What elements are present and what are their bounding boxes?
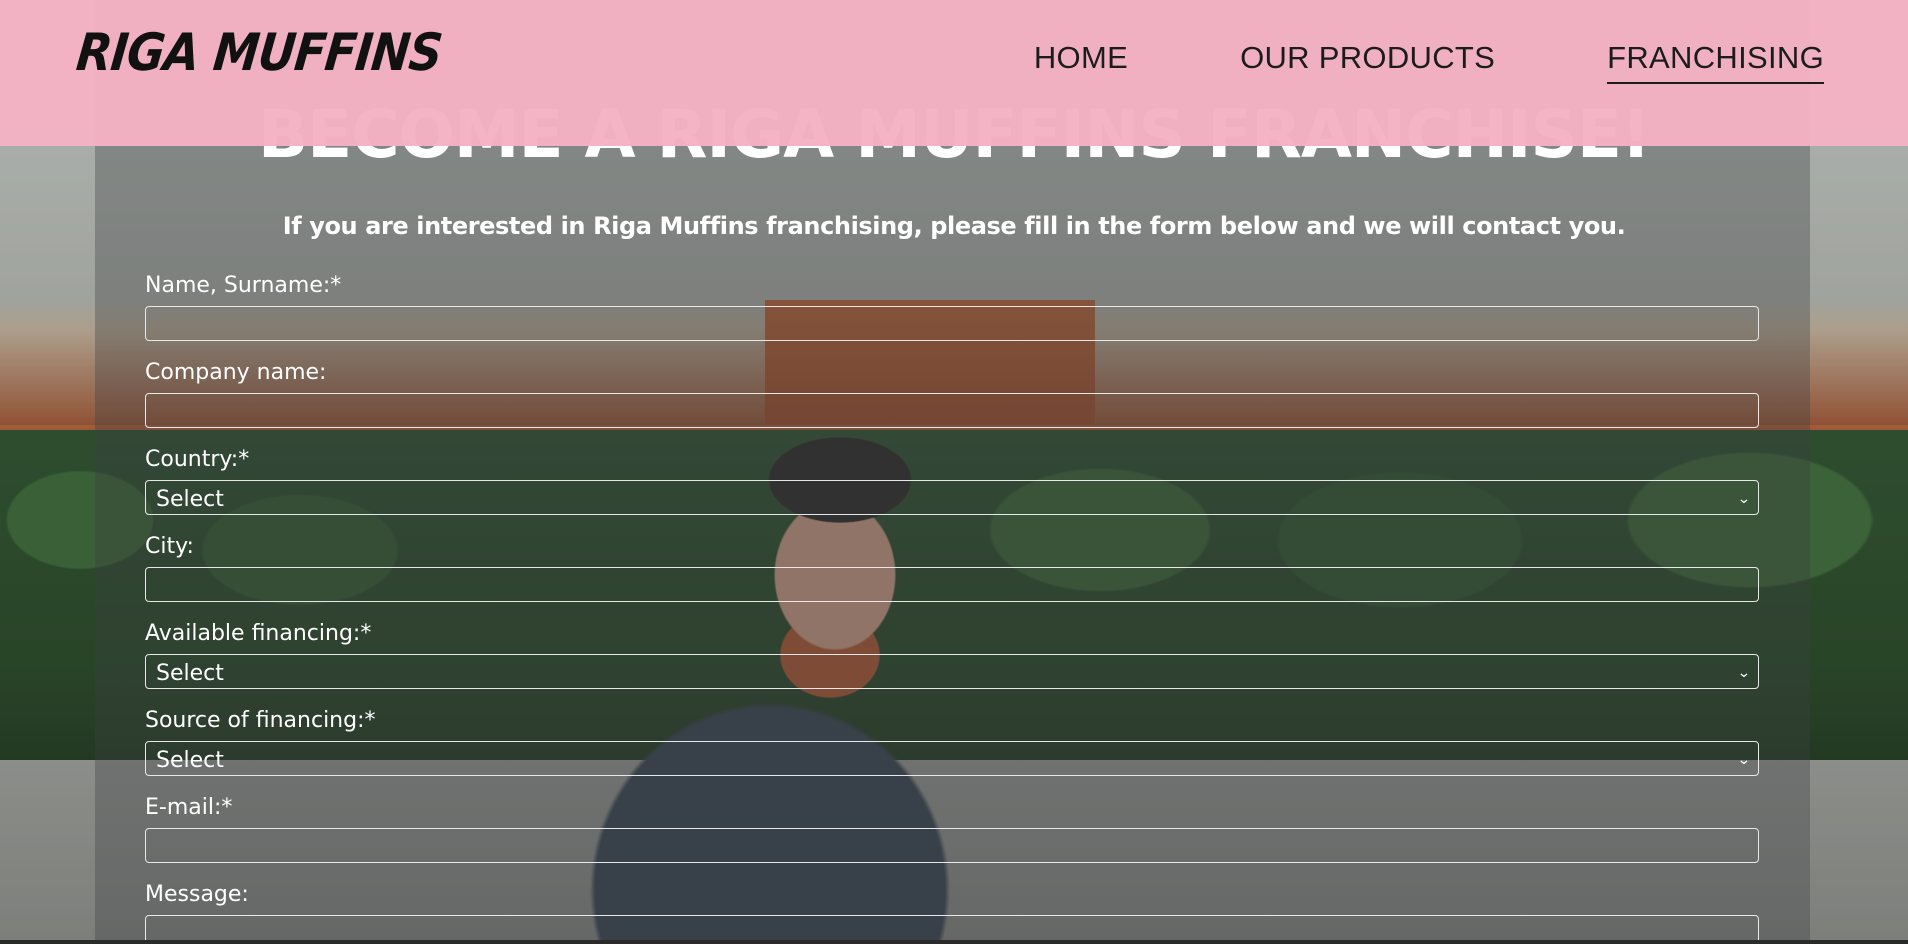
source-financing-select-value: Select <box>156 748 224 773</box>
name-input[interactable] <box>145 306 1759 341</box>
message-field: Message: <box>145 879 1759 944</box>
chevron-down-icon: ⌄ <box>1737 752 1752 768</box>
available-financing-select-value: Select <box>156 661 224 686</box>
email-input[interactable] <box>145 828 1759 863</box>
chevron-down-icon: ⌄ <box>1737 491 1752 507</box>
country-select[interactable]: Select ⌄ <box>145 480 1759 515</box>
name-field: Name, Surname:* <box>145 270 1759 357</box>
available-financing-field: Available financing:* Select ⌄ <box>145 618 1759 705</box>
message-label: Message: <box>145 882 249 907</box>
main-nav: HOME OUR PRODUCTS FRANCHISING <box>1034 40 1824 84</box>
source-financing-label: Source of financing:* <box>145 708 376 733</box>
nav-home[interactable]: HOME <box>1034 40 1128 84</box>
franchise-form: Name, Surname:* Company name: Country:* … <box>145 270 1759 944</box>
city-label: City: <box>145 534 194 559</box>
country-select-value: Select <box>156 487 224 512</box>
bottom-edge <box>0 940 1908 944</box>
page: BECOME A RIGA MUFFINS FRANCHISE! If you … <box>0 0 1908 944</box>
site-header: RIGA MUFFINS HOME OUR PRODUCTS FRANCHISI… <box>0 0 1908 146</box>
available-financing-select[interactable]: Select ⌄ <box>145 654 1759 689</box>
company-field: Company name: <box>145 357 1759 444</box>
name-label: Name, Surname:* <box>145 273 342 298</box>
email-label: E-mail:* <box>145 795 233 820</box>
source-financing-field: Source of financing:* Select ⌄ <box>145 705 1759 792</box>
email-field: E-mail:* <box>145 792 1759 879</box>
city-field: City: <box>145 531 1759 618</box>
country-field: Country:* Select ⌄ <box>145 444 1759 531</box>
chevron-down-icon: ⌄ <box>1737 665 1752 681</box>
company-input[interactable] <box>145 393 1759 428</box>
nav-franchising[interactable]: FRANCHISING <box>1607 40 1824 84</box>
country-label: Country:* <box>145 447 250 472</box>
nav-our-products[interactable]: OUR PRODUCTS <box>1240 40 1495 84</box>
page-subtitle: If you are interested in Riga Muffins fr… <box>282 212 1626 240</box>
city-input[interactable] <box>145 567 1759 602</box>
source-financing-select[interactable]: Select ⌄ <box>145 741 1759 776</box>
company-label: Company name: <box>145 360 327 385</box>
logo[interactable]: RIGA MUFFINS <box>74 22 445 82</box>
available-financing-label: Available financing:* <box>145 621 372 646</box>
